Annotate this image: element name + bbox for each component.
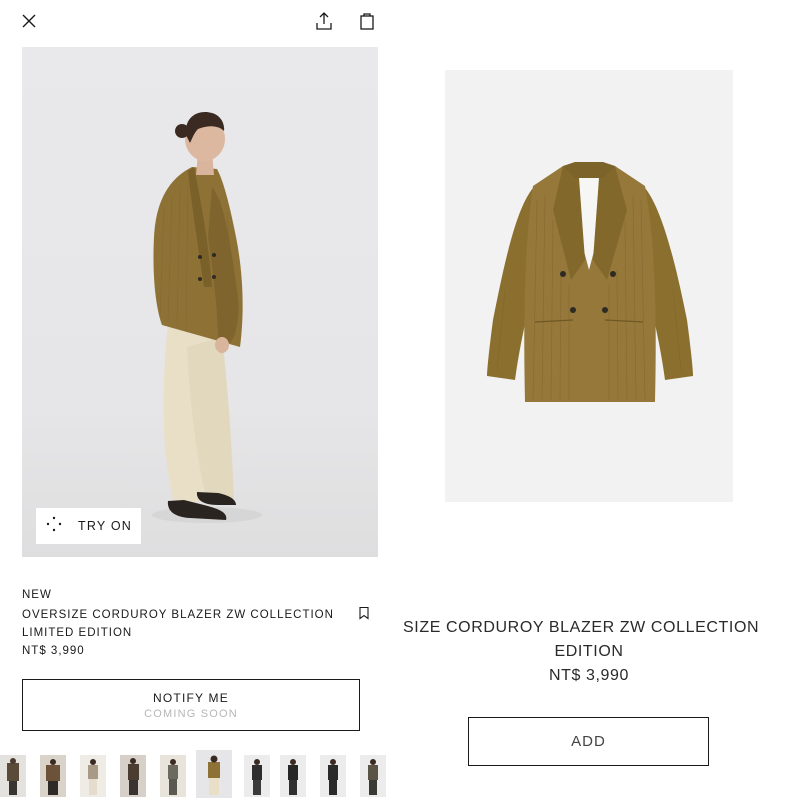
blazer-product-photo[interactable] (445, 70, 733, 502)
product-price: NT$ 3,990 (548, 667, 630, 684)
bookmark-icon[interactable] (357, 606, 371, 620)
close-icon[interactable] (18, 10, 40, 32)
thumbnail-selected[interactable] (196, 750, 232, 798)
thumbnail[interactable] (160, 755, 186, 797)
thumbnail[interactable] (320, 755, 346, 797)
thumbnail[interactable] (280, 755, 306, 797)
add-to-cart-button[interactable]: ADD (468, 717, 709, 766)
shopping-bag-icon[interactable] (356, 10, 378, 32)
sparkle-dots-icon (46, 516, 62, 537)
product-detail-panel: TRY ON NEW OVERSIZE CORDUROY BLAZER ZW C… (0, 0, 400, 800)
add-label: ADD (571, 733, 606, 750)
product-name-line2: EDITION (554, 643, 624, 660)
thumbnail-strip (0, 750, 400, 800)
thumbnail[interactable] (360, 755, 386, 797)
new-badge: NEW (22, 589, 52, 601)
product-flat-panel: SIZE CORDUROY BLAZER ZW COLLECTION EDITI… (400, 0, 800, 800)
product-price: NT$ 3,990 (22, 645, 85, 657)
product-name-partial: SIZE CORDUROY BLAZER ZW COLLECTION (403, 619, 760, 636)
share-icon[interactable] (313, 10, 335, 32)
thumbnail[interactable] (120, 755, 146, 797)
product-name: OVERSIZE CORDUROY BLAZER ZW COLLECTION L… (22, 609, 334, 639)
model-photo[interactable] (22, 47, 378, 557)
try-on-button[interactable]: TRY ON (36, 508, 141, 544)
thumbnail[interactable] (80, 755, 106, 797)
notify-me-label: NOTIFY ME (153, 690, 229, 705)
coming-soon-label: COMING SOON (144, 707, 238, 720)
thumbnail[interactable] (244, 755, 270, 797)
product-info: NEW OVERSIZE CORDUROY BLAZER ZW COLLECTI… (22, 586, 378, 660)
try-on-label: TRY ON (78, 519, 132, 533)
thumbnail[interactable] (40, 755, 66, 797)
thumbnail[interactable] (0, 755, 26, 797)
notify-me-button[interactable]: NOTIFY ME COMING SOON (22, 679, 360, 731)
